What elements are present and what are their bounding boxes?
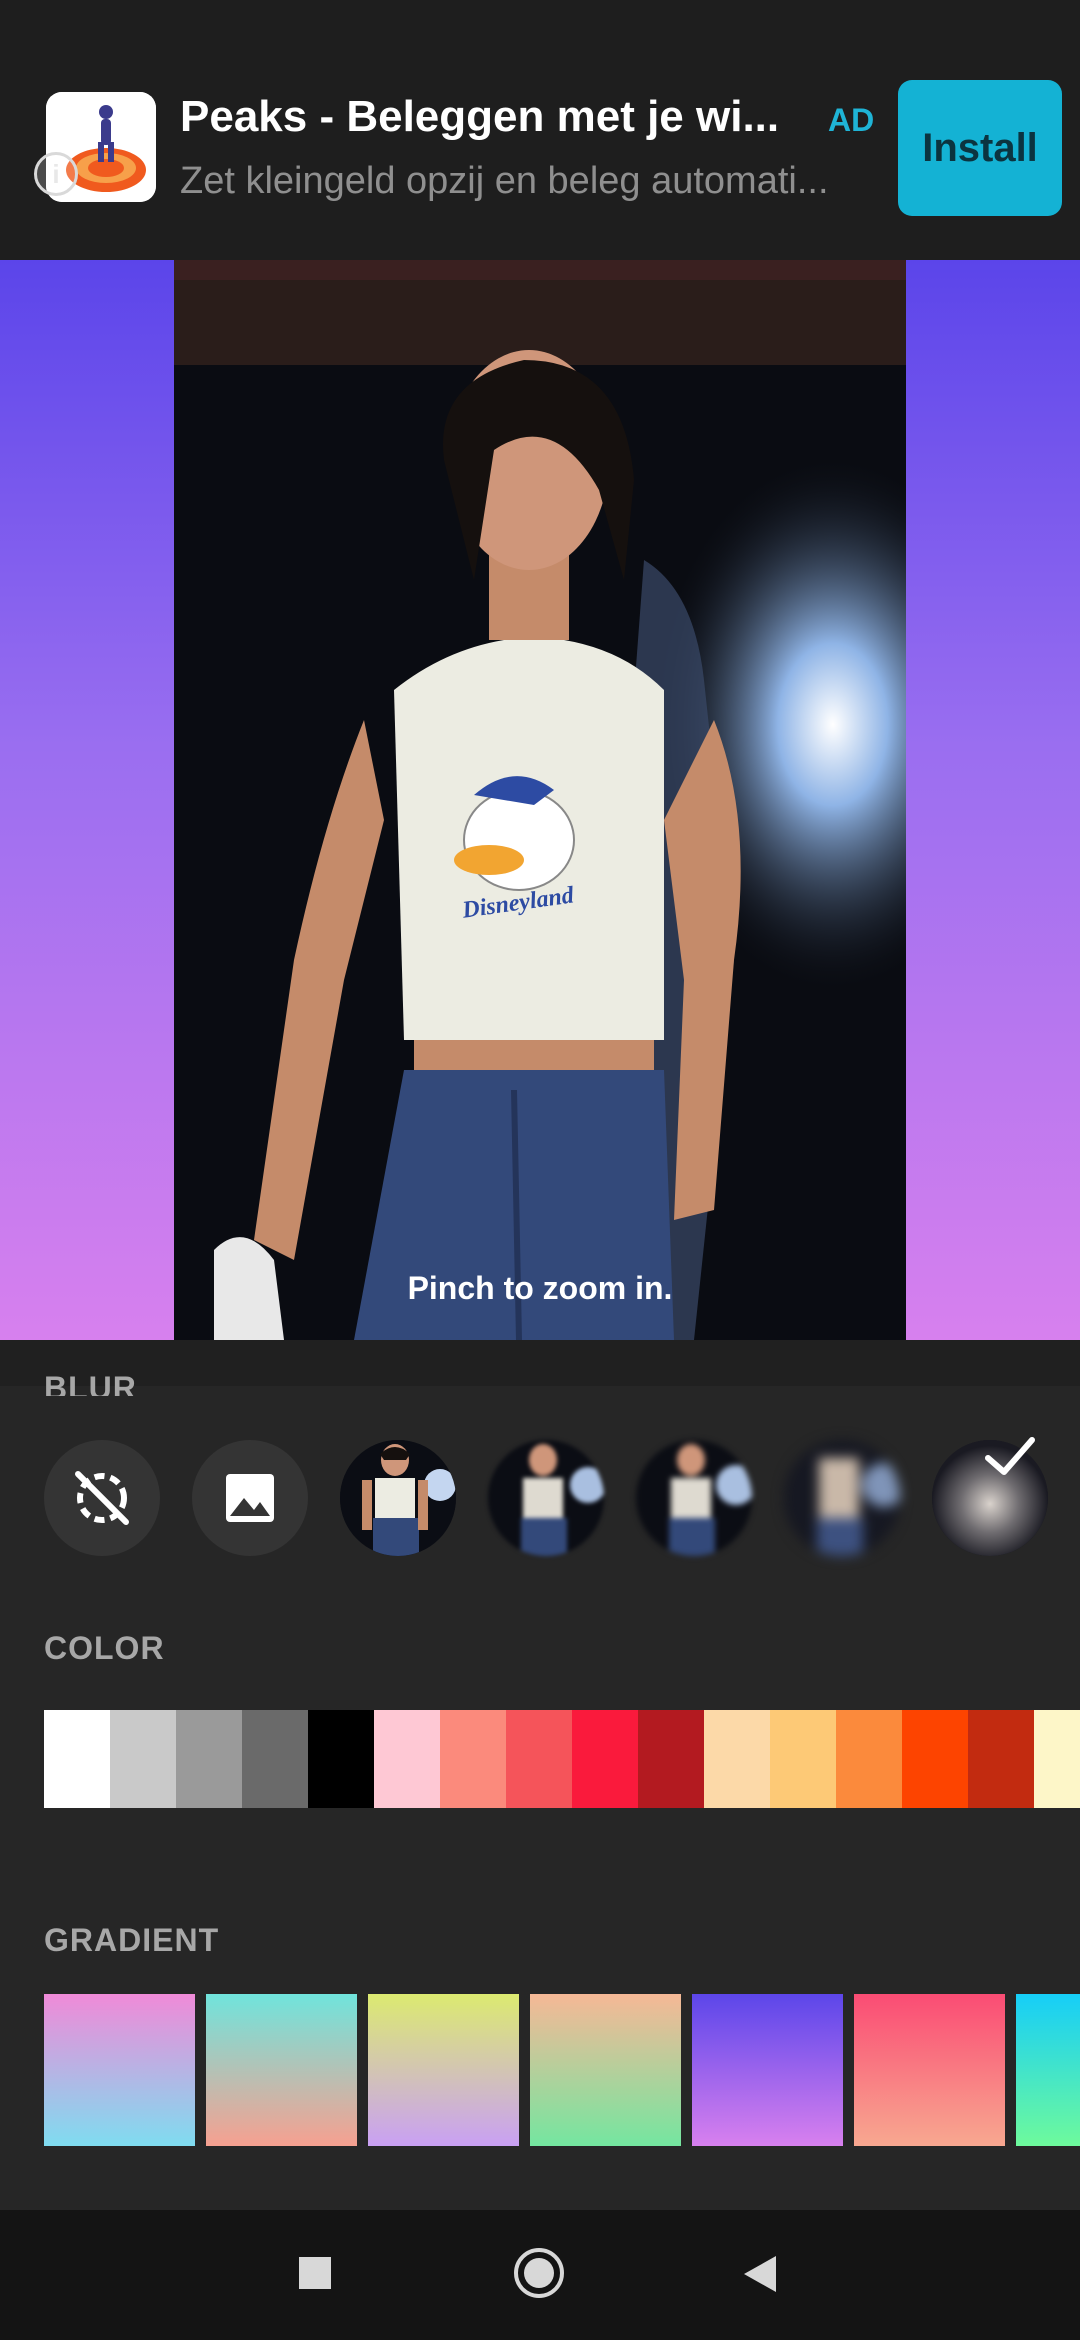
pinch-hint: Pinch to zoom in. (407, 1270, 673, 1306)
color-swatch[interactable] (242, 1710, 308, 1808)
photo-thumbnail-icon (784, 1440, 900, 1556)
photo-thumbnail-icon (636, 1440, 752, 1556)
color-swatch[interactable] (572, 1710, 638, 1808)
background-options-panel: BLUR COLOR GRADIENT (0, 1340, 1080, 2210)
color-swatch[interactable] (506, 1710, 572, 1808)
back-triangle-icon[interactable] (742, 2254, 778, 2294)
ad-info-icon[interactable]: i (34, 152, 78, 196)
gradient-swatch[interactable] (692, 1994, 843, 2146)
photo-thumbnail-icon (340, 1440, 456, 1556)
blur-section-title: BLUR (44, 1370, 137, 1396)
color-swatch[interactable] (770, 1710, 836, 1808)
panel-handle-strip (0, 1340, 1080, 1386)
gradient-swatch[interactable] (854, 1994, 1005, 2146)
gradient-swatch[interactable] (530, 1994, 681, 2146)
color-swatch[interactable] (1034, 1710, 1080, 1808)
color-swatch[interactable] (110, 1710, 176, 1808)
color-swatch[interactable] (638, 1710, 704, 1808)
selected-check-icon (985, 1437, 1035, 1475)
gradient-section-title: GRADIENT (44, 1922, 220, 1958)
blur-off-icon (75, 1471, 129, 1525)
color-swatch[interactable] (968, 1710, 1034, 1808)
ad-info-glyph: i (52, 159, 60, 189)
gradient-swatch[interactable] (44, 1994, 195, 2146)
ad-title[interactable]: Peaks - Beleggen met je wi... (180, 92, 800, 142)
photo-illustration: Disneyland (174, 260, 906, 1340)
blur-level-2-thumb[interactable] (636, 1440, 752, 1556)
no-blur-button[interactable] (44, 1440, 160, 1556)
home-circle-icon[interactable] (512, 2246, 566, 2300)
color-swatch[interactable] (176, 1710, 242, 1808)
photo[interactable]: Disneyland (174, 260, 906, 1340)
color-swatch[interactable] (440, 1710, 506, 1808)
blur-level-0-thumb[interactable] (340, 1440, 456, 1556)
recents-square-icon[interactable] (298, 2256, 332, 2290)
image-icon (226, 1474, 274, 1522)
gradient-swatch[interactable] (1016, 1994, 1080, 2146)
color-swatch[interactable] (374, 1710, 440, 1808)
blur-level-3-thumb[interactable] (784, 1440, 900, 1556)
color-swatch[interactable] (308, 1710, 374, 1808)
ad-banner[interactable]: i Peaks - Beleggen met je wi... AD Zet k… (0, 0, 1080, 260)
color-swatch[interactable] (44, 1710, 110, 1808)
blur-options (44, 1440, 1080, 1560)
screen: i Peaks - Beleggen met je wi... AD Zet k… (0, 0, 1080, 2340)
editor-canvas[interactable]: Disneyland Pinch to zoom in. (0, 260, 1080, 1340)
color-section-title: COLOR (44, 1630, 165, 1666)
system-nav-bar (0, 2210, 1080, 2340)
install-button[interactable]: Install (898, 80, 1062, 216)
gradient-swatch[interactable] (206, 1994, 357, 2146)
ad-subtitle[interactable]: Zet kleingeld opzij en beleg automati... (180, 160, 880, 203)
blur-level-1-thumb[interactable] (488, 1440, 604, 1556)
ad-badge: AD (828, 102, 875, 138)
color-swatch[interactable] (902, 1710, 968, 1808)
gradient-swatch[interactable] (368, 1994, 519, 2146)
image-background-button[interactable] (192, 1440, 308, 1556)
color-swatch[interactable] (836, 1710, 902, 1808)
color-swatch[interactable] (704, 1710, 770, 1808)
color-swatches (44, 1710, 1080, 1808)
photo-thumbnail-icon (488, 1440, 604, 1556)
gradient-swatches (44, 1994, 1080, 2146)
